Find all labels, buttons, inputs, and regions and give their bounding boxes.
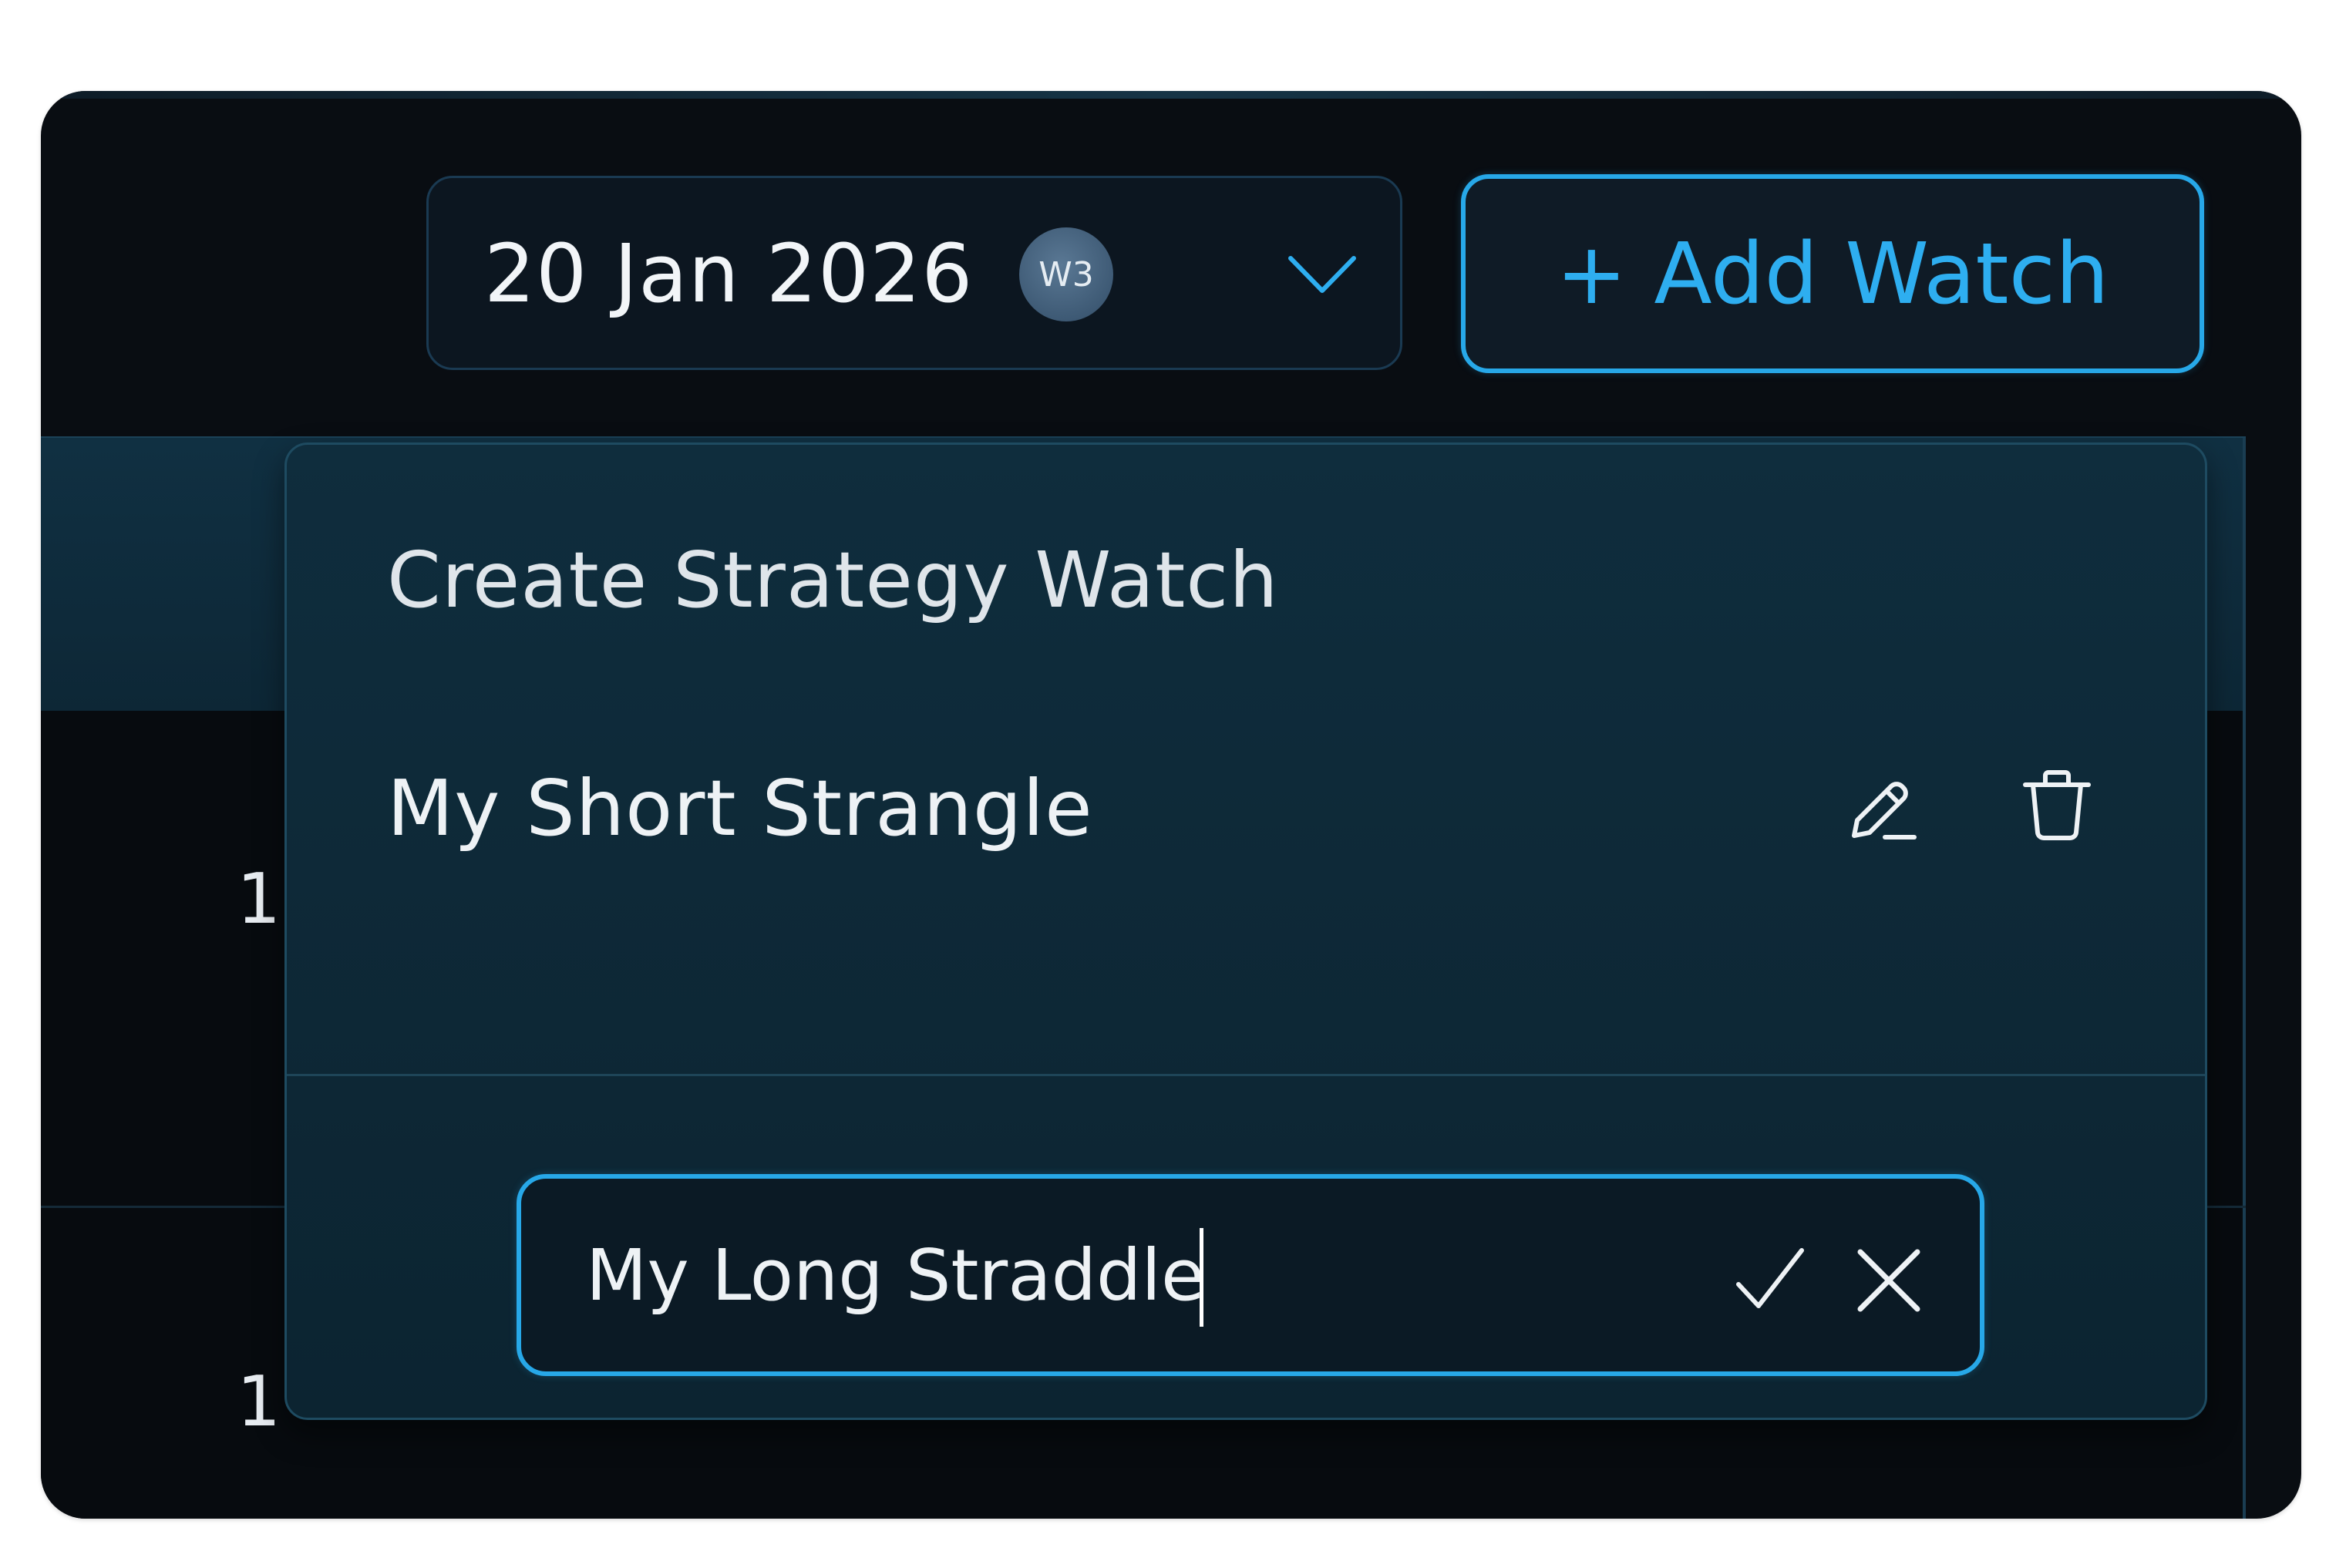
strategy-name: My Short Strangle	[387, 763, 1093, 853]
strategy-list-item[interactable]: My Short Strangle	[287, 732, 2205, 934]
popover-title: Create Strategy Watch	[387, 535, 1279, 625]
expiry-date-value: 20 Jan 2026	[484, 227, 974, 321]
confirm-name-button[interactable]	[1724, 1234, 1816, 1327]
add-watch-button[interactable]: + Add Watch	[1461, 174, 2204, 373]
app-window: 1 1 20 Jan 2026 W3 + Add Watch Create St…	[41, 91, 2301, 1519]
check-icon	[1736, 1248, 1804, 1308]
close-icon	[1857, 1249, 1920, 1312]
cancel-name-button[interactable]	[1843, 1234, 1935, 1327]
new-strategy-name-field[interactable]	[517, 1174, 1984, 1376]
create-strategy-watch-popover: Create Strategy Watch My Short Strangle	[284, 442, 2207, 1420]
window-top-edge	[41, 91, 2301, 99]
table-column-border	[2243, 438, 2246, 712]
week-badge: W3	[1019, 227, 1113, 321]
edit-strategy-button[interactable]	[1836, 759, 1929, 852]
strategy-name-input[interactable]	[586, 1225, 1712, 1325]
pencil-icon	[1852, 782, 1917, 840]
table-row-number: 1	[237, 859, 281, 940]
delete-strategy-button[interactable]	[2011, 759, 2103, 852]
popover-divider	[287, 1074, 2205, 1076]
expiry-date-select[interactable]: 20 Jan 2026 W3	[426, 176, 1402, 370]
text-caret	[1200, 1228, 1203, 1327]
table-row-number: 1	[237, 1361, 281, 1442]
table-column-border	[2243, 711, 2246, 1519]
trash-icon	[2023, 770, 2091, 841]
chevron-down-icon[interactable]	[1286, 252, 1358, 298]
